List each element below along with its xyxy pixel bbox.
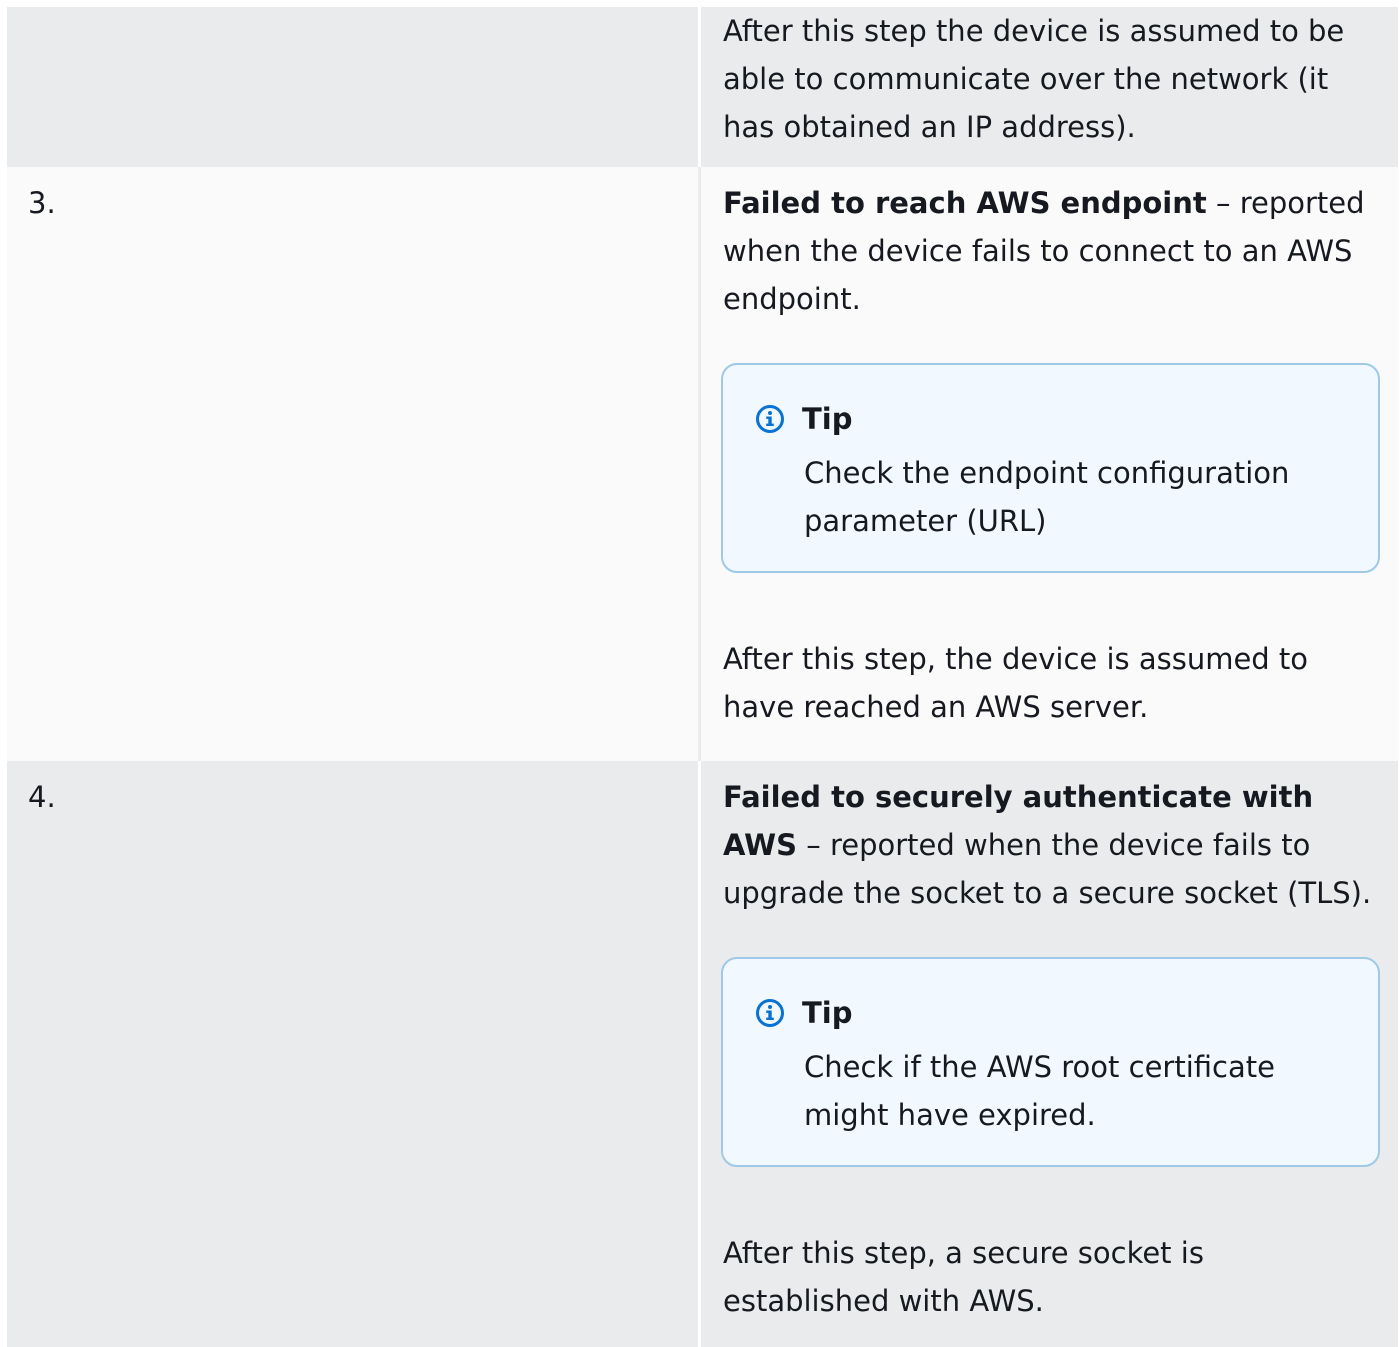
tip-header: Tip — [755, 395, 1350, 443]
tip-label: Tip — [802, 996, 853, 1030]
tip-text: Check the endpoint configuration paramet… — [804, 456, 1290, 538]
step-title: Failed to reach AWS endpoint — [723, 186, 1207, 220]
table-row: 4. Failed to securely authenticate with … — [7, 761, 1398, 1347]
step-description-cell: Failed to reach AWS endpoint – reported … — [701, 167, 1398, 761]
tip-callout: Tip Check the endpoint configuration par… — [721, 363, 1380, 573]
info-icon — [756, 999, 784, 1027]
step-description-cell: After this step the device is assumed to… — [701, 7, 1398, 167]
step-number-cell: 4. — [7, 761, 701, 1347]
tip-callout: Tip Check if the AWS root certificate mi… — [721, 957, 1380, 1167]
table-row: 3. Failed to reach AWS endpoint – report… — [7, 167, 1398, 761]
tip-label: Tip — [802, 402, 853, 436]
step-number-cell — [7, 7, 701, 167]
after-step-text: After this step the device is assumed to… — [723, 14, 1345, 144]
after-step-text: After this step, the device is assumed t… — [723, 642, 1309, 724]
step-summary: Failed to securely authenticate with AWS… — [723, 773, 1378, 917]
after-step-text: After this step, a secure socket is esta… — [723, 1236, 1204, 1318]
step-description-cell: Failed to securely authenticate with AWS… — [701, 761, 1398, 1347]
info-icon — [756, 405, 784, 433]
step-summary: Failed to reach AWS endpoint – reported … — [723, 179, 1378, 323]
step-description: – reported when the device fails to upgr… — [723, 828, 1372, 910]
table-row: After this step the device is assumed to… — [7, 7, 1398, 167]
tip-header: Tip — [755, 989, 1350, 1037]
step-number-cell: 3. — [7, 167, 701, 761]
steps-table: After this step the device is assumed to… — [7, 7, 1398, 1347]
tip-text: Check if the AWS root certificate might … — [804, 1050, 1275, 1132]
